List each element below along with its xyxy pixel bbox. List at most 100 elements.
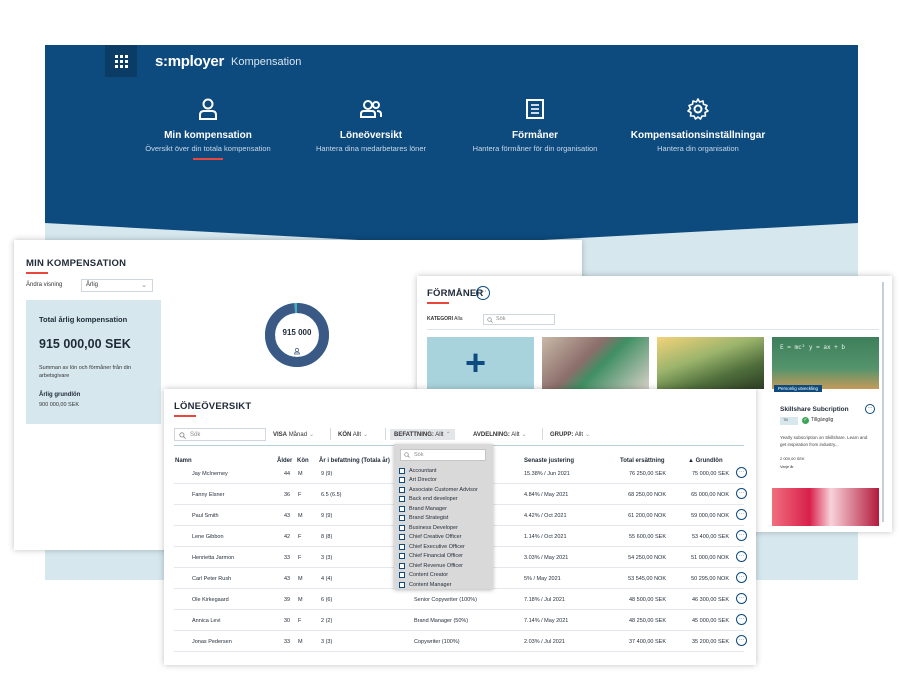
benefits-search-input[interactable]: Sök [483, 314, 555, 325]
row-actions-button[interactable]: ··· [736, 467, 747, 478]
search-icon [179, 432, 186, 439]
chevron-down-icon: ⌄ [309, 432, 315, 438]
row-actions-button[interactable]: ··· [736, 509, 747, 520]
checkbox[interactable] [399, 524, 405, 531]
checkbox[interactable] [399, 553, 405, 560]
table-row[interactable]: Annica Levi 30 F 2 (2) Brand Manager (50… [174, 610, 747, 631]
dropdown-option[interactable]: Brand Strategist [399, 514, 478, 524]
check-icon: ✓ [802, 417, 809, 424]
scrollbar[interactable] [882, 282, 884, 522]
row-actions-button[interactable]: ··· [736, 551, 747, 562]
checkbox[interactable] [399, 581, 405, 588]
total-compensation-panel: Total årlig kompensation 915 000,00 SEK … [26, 300, 161, 424]
dropdown-search-input[interactable]: Sök [400, 449, 486, 461]
filter-grupp[interactable]: GRUPP: Allt ⌄ [550, 431, 590, 438]
filter-visa[interactable]: VISA Månad ⌄ [273, 431, 314, 438]
dropdown-option[interactable]: Art Director [399, 476, 478, 486]
row-actions-button[interactable]: ··· [736, 488, 747, 499]
row-actions-button[interactable]: ··· [736, 593, 747, 604]
filter-value: Månad [288, 432, 308, 438]
cell-befattning: Copywriter (100%) [414, 639, 460, 645]
benefit-title: Skillshare Subcription [780, 406, 849, 413]
app-header: s:mployer Kompensation Min kompensation … [45, 45, 858, 223]
checkbox[interactable] [399, 562, 405, 569]
cell-total: 48 500,00 SEK [628, 597, 666, 603]
row-actions-button[interactable]: ··· [736, 614, 747, 625]
cell-senaste: 4.42% / Oct 2021 [524, 513, 567, 519]
checkbox[interactable] [399, 505, 405, 512]
benefit-image-tile[interactable] [542, 337, 649, 389]
filter-befattning[interactable]: BEFATTNING: Allt ⌃ [390, 429, 455, 440]
filter-avdelning[interactable]: AVDELNING: Allt ⌄ [473, 431, 527, 438]
checkbox[interactable] [399, 477, 405, 484]
search-placeholder: Sök [414, 452, 424, 458]
filter-value: Allt [352, 432, 362, 438]
dropdown-option[interactable]: Chief Creative Officer [399, 533, 478, 543]
benefit-image-tile[interactable] [772, 488, 879, 526]
cell-grundlon: 59 000,00 NOK [691, 513, 729, 519]
benefit-image-tile[interactable] [657, 337, 764, 389]
benefit-image-tile[interactable]: E = mc² y = ax + b [772, 337, 879, 389]
card-header: MIN KOMPENSATION [26, 258, 126, 274]
checkbox[interactable] [399, 496, 405, 503]
dropdown-option[interactable]: Chief Revenue Officer [399, 561, 478, 571]
cell-total: 61 200,00 NOK [628, 513, 666, 519]
row-actions-button[interactable]: ··· [736, 530, 747, 541]
row-actions-button[interactable]: ··· [736, 572, 747, 583]
add-benefit-tile[interactable]: + [427, 337, 534, 389]
salary-search-input[interactable]: Sök [174, 428, 266, 441]
cell-senaste: 15.38% / Jun 2021 [524, 471, 570, 477]
cell-ar: 3 (3) [321, 639, 333, 645]
checkbox[interactable] [399, 572, 405, 579]
dropdown-option[interactable]: Associate Customer Advisor [399, 485, 478, 495]
category-filter[interactable]: KATEGORI Alla [427, 316, 463, 322]
filter-kon[interactable]: KÖN Allt ⌄ [338, 431, 368, 438]
cell-kon: M [298, 513, 303, 519]
cell-kon: F [298, 492, 302, 498]
filter-label: VISA [273, 432, 288, 438]
cell-grundlon: 53 400,00 SEK [691, 534, 729, 540]
benefit-card[interactable]: Skillshare Subcription ··· Till ✓ Tillgän… [772, 389, 879, 481]
checkbox[interactable] [399, 543, 405, 550]
dropdown-option[interactable]: Accountant [399, 466, 478, 476]
view-select[interactable]: Årlig ⌄ [81, 279, 153, 292]
title-underline [174, 415, 196, 417]
filter-label: AVDELNING: [473, 432, 510, 438]
checkbox[interactable] [399, 534, 405, 541]
chevron-down-icon: ⌄ [141, 282, 147, 289]
more-options-button[interactable]: ··· [476, 286, 490, 300]
checkbox[interactable] [399, 486, 405, 493]
dropdown-option[interactable]: Content Manager [399, 580, 478, 589]
more-options-button[interactable]: ··· [865, 404, 875, 414]
filter-value: Allt [574, 432, 584, 438]
app-launcher-button[interactable] [105, 45, 137, 77]
dropdown-option[interactable]: Content Creator [399, 571, 478, 581]
dropdown-option[interactable]: Business Developer [399, 523, 478, 533]
divider [385, 428, 386, 440]
checkbox[interactable] [399, 515, 405, 522]
table-row[interactable]: Jonas Pedersen 33 M 3 (3) Copywriter (10… [174, 631, 747, 652]
view-select-value: Årlig [86, 282, 99, 288]
cell-alder: 44 [284, 471, 291, 477]
filter-value: Allt [435, 432, 444, 438]
title-underline [26, 272, 48, 274]
total-label: Total årlig kompensation [39, 315, 128, 324]
dropdown-option[interactable]: Chief Financial Officer [399, 552, 478, 562]
option-label: Accountant [409, 467, 437, 474]
cell-total: 55 600,00 SEK [628, 534, 666, 540]
card-header: LÖNEÖVERSIKT [174, 401, 251, 417]
cell-namn: Ole Kirkegaard [192, 597, 229, 603]
option-label: Brand Strategist [409, 515, 449, 522]
cell-ar: 2 (2) [321, 618, 333, 624]
row-actions-button[interactable]: ··· [736, 635, 747, 646]
benefit-frequency: Varje år [780, 464, 794, 469]
divider [330, 428, 331, 440]
table-row[interactable]: Ole Kirkegaard 39 M 6 (6) Senior Copywri… [174, 589, 747, 610]
nav-kompensationsinstallningar[interactable]: Kompensationsinställningar Hantera din o… [598, 95, 798, 153]
dropdown-option[interactable]: Brand Manager [399, 504, 478, 514]
checkbox[interactable] [399, 467, 405, 474]
dropdown-option[interactable]: Back end developer [399, 495, 478, 505]
cell-ar: 6 (6) [321, 597, 333, 603]
dropdown-options: Accountant Art Director Associate Customer… [399, 466, 478, 589]
dropdown-option[interactable]: Chief Executive Officer [399, 542, 478, 552]
